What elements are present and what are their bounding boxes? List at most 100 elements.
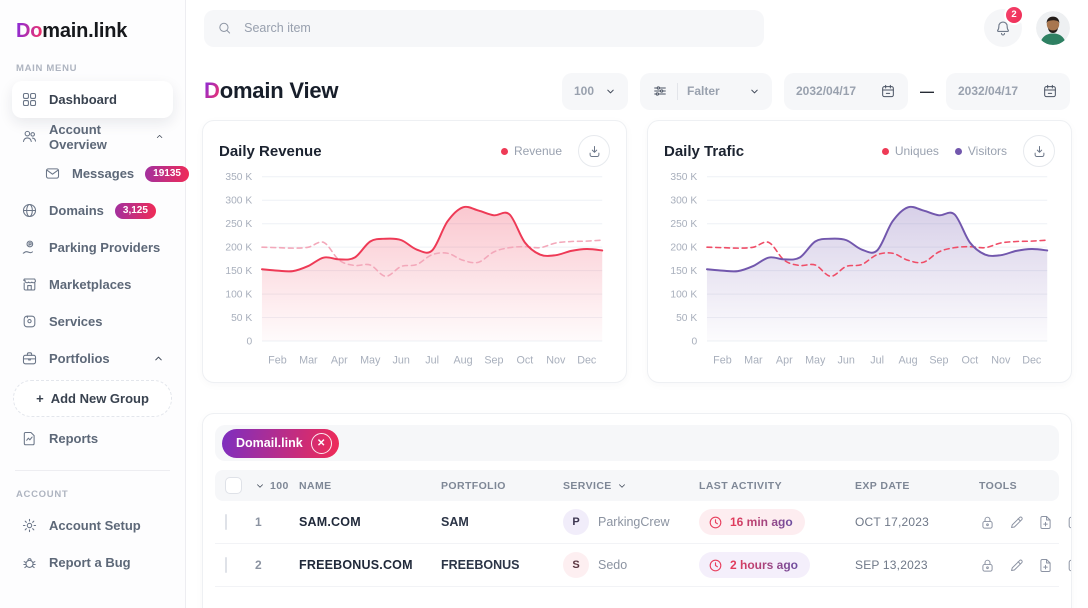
sidebar-item-services[interactable]: Services: [12, 303, 173, 340]
column-header-count[interactable]: 100: [255, 480, 299, 492]
calendar-icon: [880, 83, 896, 99]
svg-text:150 K: 150 K: [670, 266, 697, 277]
sidebar-item-portfolios[interactable]: Portfolios: [12, 340, 173, 377]
column-header-name[interactable]: NAME: [299, 480, 441, 492]
row-checkbox[interactable]: [225, 557, 227, 573]
sidebar-item-domains[interactable]: Domains 3,125: [12, 192, 173, 229]
sidebar-item-parking-providers[interactable]: Parking Providers: [12, 229, 173, 266]
file-plus-icon[interactable]: [1037, 514, 1054, 531]
page-size-dropdown[interactable]: 100: [562, 73, 628, 110]
download-chart-button[interactable]: [578, 135, 610, 167]
chevron-down-icon: [255, 481, 265, 491]
brand-logo-prefix: Do: [16, 20, 42, 42]
chart-title: Daily Revenue: [219, 143, 322, 160]
svg-text:200 K: 200 K: [670, 243, 697, 254]
row-index: 1: [255, 515, 299, 529]
page-title-rest: omain View: [220, 78, 339, 103]
brand-logo[interactable]: Domain.link: [12, 12, 173, 45]
notifications-button[interactable]: 2: [984, 9, 1022, 47]
chart-legend: Uniques Visitors: [882, 144, 1007, 158]
svg-text:Nov: Nov: [546, 355, 566, 367]
account-section-label: ACCOUNT: [16, 489, 169, 500]
sidebar-item-messages[interactable]: Messages 19135: [12, 155, 173, 192]
legend-label: Visitors: [968, 144, 1007, 158]
date-from-picker[interactable]: 2032/04/17: [784, 73, 908, 110]
search-bar[interactable]: [204, 10, 764, 47]
dashboard-icon: [21, 91, 38, 108]
date-to-picker[interactable]: 2032/04/17: [946, 73, 1070, 110]
svg-text:100 K: 100 K: [670, 290, 697, 301]
filter-sliders-icon: [652, 83, 668, 99]
filter-chip-label: Domail.link: [236, 436, 303, 450]
legend-item-revenue: Revenue: [501, 144, 562, 158]
service-cell: S Sedo: [563, 552, 699, 578]
last-activity-text: 2 hours ago: [730, 558, 798, 572]
file-plus-icon[interactable]: [1037, 557, 1054, 574]
edit-pencil-icon[interactable]: [1008, 557, 1025, 574]
svg-text:Mar: Mar: [299, 355, 318, 367]
svg-text:0: 0: [691, 336, 697, 347]
page-size-value: 100: [574, 84, 594, 98]
domain-name[interactable]: FREEBONUS.COM: [299, 558, 441, 572]
row-tools: [979, 557, 1072, 574]
active-filter-chip[interactable]: Domail.link ✕: [222, 429, 339, 458]
envelope-icon: [44, 165, 61, 182]
svg-text:Sep: Sep: [484, 355, 503, 367]
column-header-exp-date[interactable]: EXP DATE: [855, 480, 979, 492]
legend-dot: [955, 148, 962, 155]
svg-text:150 K: 150 K: [225, 266, 252, 277]
row-tools: [979, 514, 1072, 531]
user-avatar[interactable]: [1036, 11, 1070, 45]
svg-text:350 K: 350 K: [670, 172, 697, 183]
exp-date: SEP 13,2023: [855, 558, 979, 572]
column-header-service[interactable]: SERVICE: [563, 480, 699, 492]
last-activity-pill: 2 hours ago: [699, 552, 810, 578]
copy-plus-icon[interactable]: [1066, 514, 1072, 531]
svg-text:Apr: Apr: [331, 355, 348, 367]
svg-text:Feb: Feb: [268, 355, 287, 367]
svg-text:Mar: Mar: [744, 355, 763, 367]
select-all-checkbox[interactable]: [225, 477, 242, 494]
row-index: 2: [255, 558, 299, 572]
chart-title: Daily Trafic: [664, 143, 744, 160]
briefcase-icon: [21, 350, 38, 367]
service-name: Sedo: [598, 558, 627, 572]
sidebar-item-account-overview[interactable]: Account Overview: [12, 118, 173, 155]
remove-filter-icon[interactable]: ✕: [311, 433, 332, 454]
lock-icon[interactable]: [979, 514, 996, 531]
search-input[interactable]: [242, 20, 751, 36]
topbar: 2: [186, 0, 1088, 56]
portfolio-name: SAM: [441, 515, 563, 529]
svg-text:250 K: 250 K: [670, 219, 697, 230]
plus-icon: +: [36, 391, 44, 406]
last-activity-text: 16 min ago: [730, 515, 793, 529]
edit-pencil-icon[interactable]: [1008, 514, 1025, 531]
sidebar-item-dashboard[interactable]: Dashboard: [12, 81, 173, 118]
svg-text:300 K: 300 K: [670, 196, 697, 207]
filter-label: Falter: [687, 84, 720, 98]
portfolio-name: FREEBONUS: [441, 558, 563, 572]
svg-text:Jun: Jun: [837, 355, 854, 367]
sidebar-item-report-a-bug[interactable]: Report a Bug: [12, 544, 173, 581]
row-checkbox[interactable]: [225, 514, 227, 530]
sidebar-item-reports[interactable]: Reports: [12, 420, 173, 457]
svg-text:Dec: Dec: [1022, 355, 1042, 367]
legend-dot: [882, 148, 889, 155]
parking-hand-icon: [21, 239, 38, 256]
sidebar-item-label: Report a Bug: [49, 555, 131, 570]
column-header-portfolio[interactable]: PORTFOLIO: [441, 480, 563, 492]
chevron-up-icon: [155, 131, 164, 142]
sidebar-item-label: Services: [49, 314, 103, 329]
filter-dropdown[interactable]: Falter: [640, 73, 772, 110]
lock-icon[interactable]: [979, 557, 996, 574]
table-row[interactable]: 1 SAM.COM SAM P ParkingCrew 16 min ago O…: [215, 501, 1059, 544]
svg-text:Dec: Dec: [577, 355, 597, 367]
domain-name[interactable]: SAM.COM: [299, 515, 441, 529]
sidebar-item-marketplaces[interactable]: Marketplaces: [12, 266, 173, 303]
sidebar-item-account-setup[interactable]: Account Setup: [12, 507, 173, 544]
download-chart-button[interactable]: [1023, 135, 1055, 167]
column-header-last-activity[interactable]: LAST ACTIVITY: [699, 480, 855, 492]
copy-plus-icon[interactable]: [1066, 557, 1072, 574]
add-new-group-button[interactable]: + Add New Group: [13, 380, 172, 417]
table-row[interactable]: 2 FREEBONUS.COM FREEBONUS S Sedo 2 hours…: [215, 544, 1059, 587]
